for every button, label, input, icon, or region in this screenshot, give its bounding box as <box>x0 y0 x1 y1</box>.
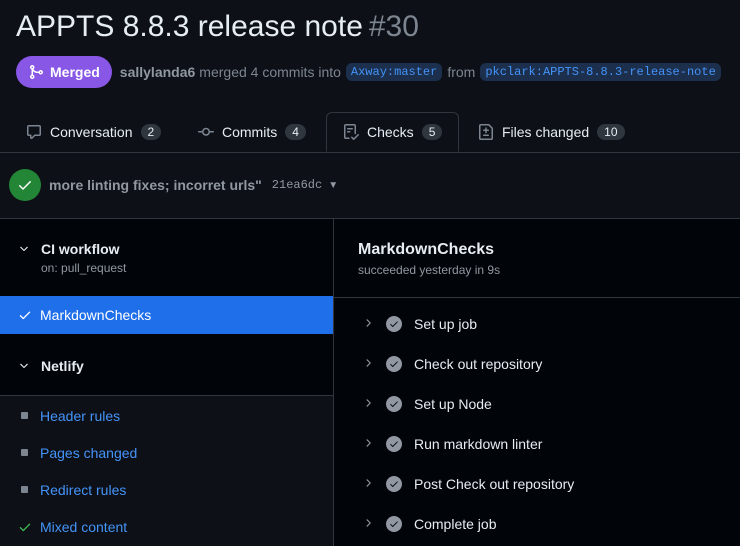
merged-status-label: Merged <box>50 64 100 80</box>
tab-files-changed[interactable]: Files changed 10 <box>462 112 641 152</box>
workflow-ci[interactable]: CI workflow on: pull_request <box>0 241 333 275</box>
job-title: MarkdownChecks <box>358 241 495 258</box>
chevron-right-icon[interactable] <box>362 437 374 452</box>
divider <box>334 297 740 298</box>
check-circle-icon <box>386 516 402 532</box>
tab-commits-count: 4 <box>285 124 306 140</box>
base-branch-link[interactable]: Axway:master <box>345 63 443 81</box>
neutral-status-icon <box>21 412 28 419</box>
tab-conversation[interactable]: Conversation 2 <box>10 112 177 152</box>
merge-text: merged 4 commits into <box>199 64 341 80</box>
checklist-icon <box>344 124 359 140</box>
tab-files-changed-count: 10 <box>597 124 625 140</box>
check-circle-icon <box>386 436 402 452</box>
netlify-item-pages-changed[interactable]: Pages changed <box>0 434 333 471</box>
comment-icon <box>27 125 41 139</box>
pr-number: #30 <box>368 10 419 43</box>
check-circle-icon <box>386 476 402 492</box>
author-link[interactable]: sallylanda6 <box>120 64 196 80</box>
netlify-item-label: Pages changed <box>40 444 138 461</box>
step-label: Set up Node <box>414 396 492 412</box>
step-set-up-node[interactable]: Set up Node <box>334 384 740 424</box>
step-check-out-repository[interactable]: Check out repository <box>334 344 740 384</box>
netlify-item-header-rules[interactable]: Header rules <box>0 397 333 434</box>
chevron-right-icon[interactable] <box>362 397 374 412</box>
step-run-markdown-linter[interactable]: Run markdown linter <box>334 424 740 464</box>
commit-icon <box>198 127 214 136</box>
check-circle-icon <box>386 316 402 332</box>
neutral-status-icon <box>21 486 28 493</box>
job-item-markdownchecks[interactable]: MarkdownChecks <box>0 296 333 334</box>
netlify-items: Header rules Pages changed Redirect rule… <box>0 396 333 546</box>
step-label: Check out repository <box>414 356 543 372</box>
step-label: Complete job <box>414 516 497 532</box>
git-merge-icon <box>30 65 44 79</box>
chevron-right-icon[interactable] <box>362 477 374 492</box>
job-log-panel: MarkdownChecks succeeded yesterday in 9s… <box>334 219 740 546</box>
workflow-name: CI workflow <box>41 241 120 257</box>
merged-status-badge: Merged <box>16 56 112 88</box>
check-icon <box>19 181 31 190</box>
commit-selector: more linting fixes; incorret urls" 21ea6… <box>0 152 740 219</box>
commit-sha-dropdown[interactable]: 21ea6dc <box>272 178 322 192</box>
tab-commits-label: Commits <box>222 124 278 140</box>
tab-files-changed-label: Files changed <box>502 124 590 140</box>
check-icon <box>19 311 31 320</box>
step-complete-job[interactable]: Complete job <box>334 504 740 544</box>
checks-sidebar: CI workflow on: pull_request MarkdownChe… <box>0 219 334 546</box>
chevron-right-icon[interactable] <box>362 517 374 532</box>
netlify-item-label: Mixed content <box>40 518 128 535</box>
pr-meta: Merged sallylanda6 merged 4 commits into… <box>16 56 721 88</box>
check-circle-icon <box>386 396 402 412</box>
commit-message: more linting fixes; incorret urls" <box>49 177 262 193</box>
tab-checks[interactable]: Checks 5 <box>326 112 460 152</box>
check-circle-icon <box>386 356 402 372</box>
job-item-label: MarkdownChecks <box>40 307 152 323</box>
chevron-right-icon[interactable] <box>362 317 374 332</box>
workflow-netlify[interactable]: Netlify <box>0 358 333 375</box>
job-status-text: succeeded yesterday in 9s <box>358 263 501 277</box>
neutral-status-icon <box>21 449 28 456</box>
tab-commits[interactable]: Commits 4 <box>182 112 322 152</box>
step-label: Run markdown linter <box>414 436 543 452</box>
tab-conversation-label: Conversation <box>50 124 133 140</box>
chevron-right-icon[interactable] <box>362 357 374 372</box>
chevron-down-icon[interactable] <box>18 360 32 375</box>
pr-title-text: APPTS 8.8.3 release note <box>16 10 363 43</box>
netlify-item-redirect-rules[interactable]: Redirect rules <box>0 471 333 508</box>
step-label: Post Check out repository <box>414 476 575 492</box>
tab-checks-count: 5 <box>421 124 443 140</box>
chevron-down-icon[interactable] <box>18 243 32 258</box>
tab-checks-label: Checks <box>367 124 414 140</box>
step-post-check-out-repository[interactable]: Post Check out repository <box>334 464 740 504</box>
workflow-name: Netlify <box>41 358 84 374</box>
netlify-item-label: Redirect rules <box>40 481 127 498</box>
tab-conversation-count: 2 <box>140 124 162 140</box>
caret-down-icon[interactable]: ▼ <box>328 180 338 191</box>
from-text: from <box>447 64 476 80</box>
netlify-item-mixed-content[interactable]: Mixed content <box>0 508 333 545</box>
pr-tabs: Conversation 2 Commits 4 Checks 5 Files … <box>0 112 740 153</box>
pr-title: APPTS 8.8.3 release note #30 <box>16 10 419 44</box>
head-branch-link[interactable]: pkclark:APPTS-8.8.3-release-note <box>480 63 721 81</box>
file-diff-icon <box>479 124 493 140</box>
netlify-item-label: Header rules <box>40 407 121 424</box>
step-set-up-job[interactable]: Set up job <box>334 304 740 344</box>
workflow-trigger: on: pull_request <box>41 261 127 275</box>
step-label: Set up job <box>414 316 478 332</box>
check-icon <box>19 523 31 531</box>
success-status-icon <box>9 169 41 201</box>
